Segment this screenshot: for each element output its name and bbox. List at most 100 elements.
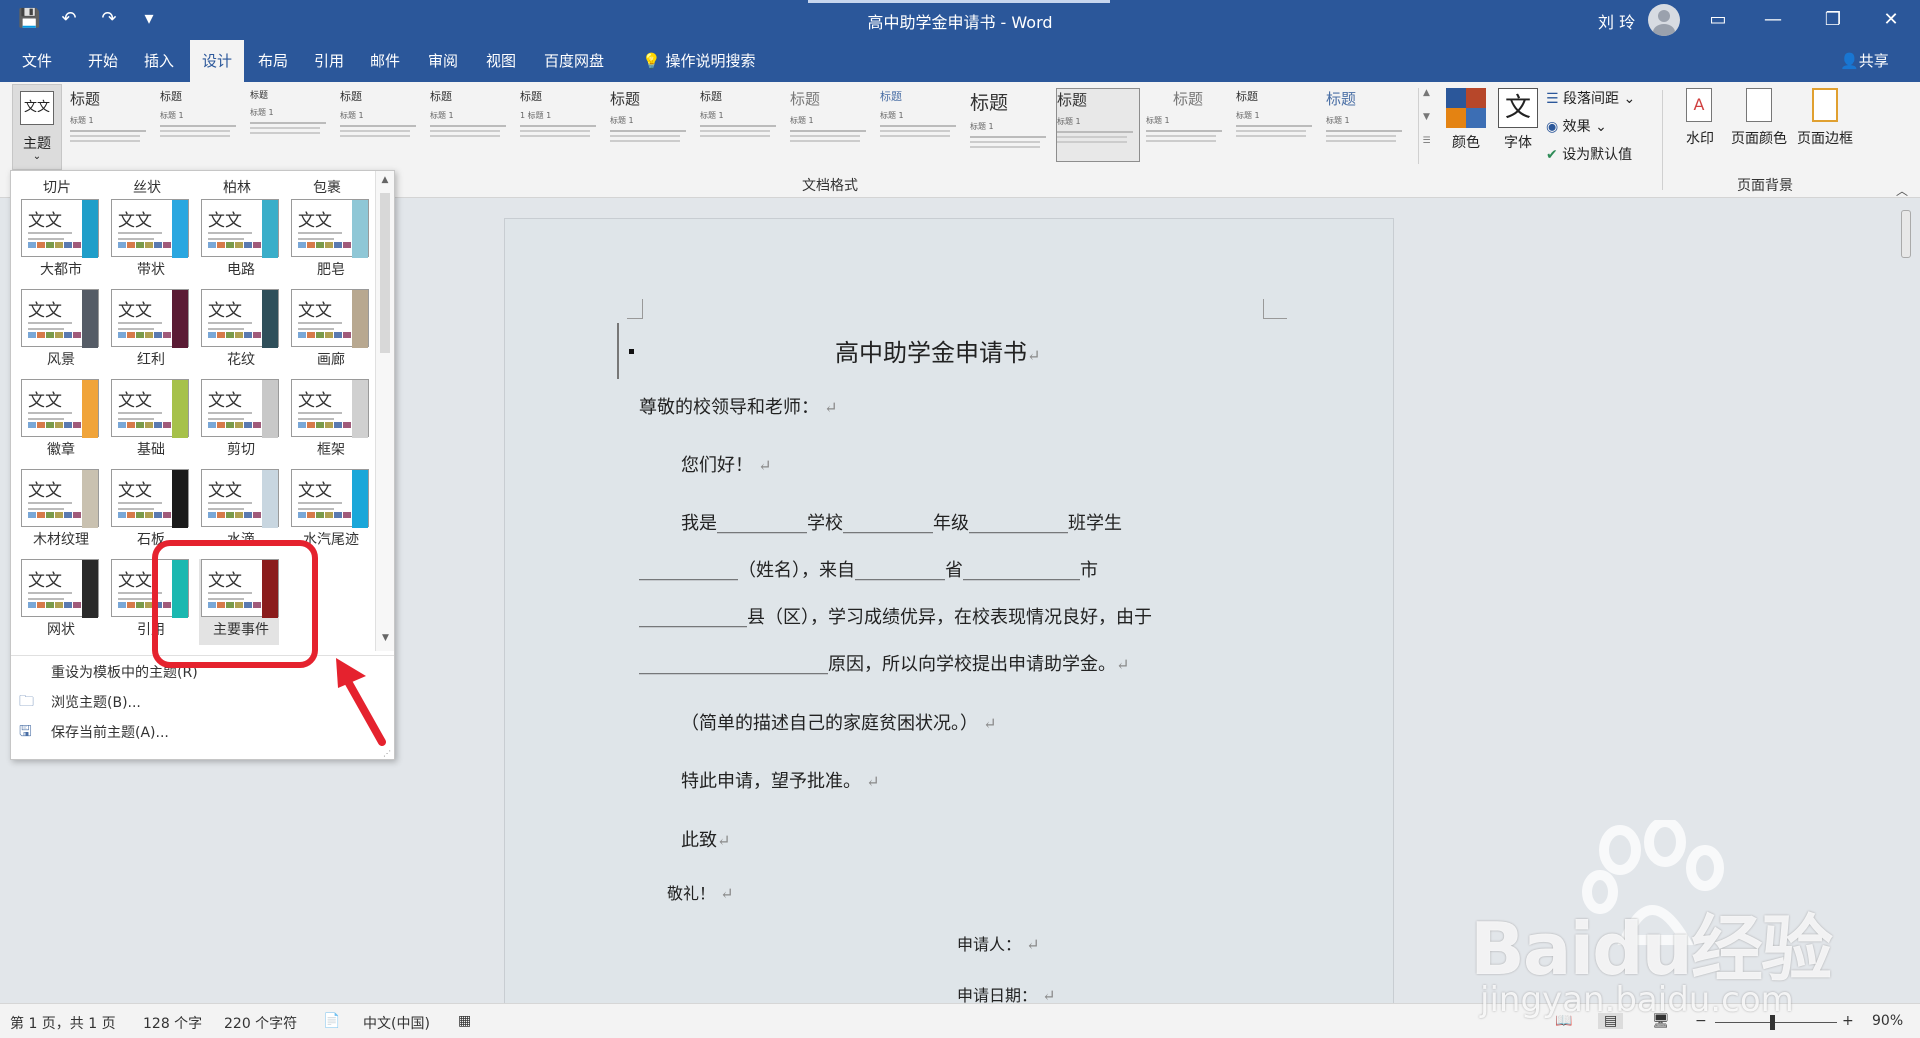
- scroll-down-icon[interactable]: ▼: [376, 633, 394, 643]
- tab-insert[interactable]: 插入: [132, 40, 186, 82]
- char-count[interactable]: 220 个字符: [224, 1013, 297, 1033]
- proofing-icon[interactable]: 📄: [323, 1013, 340, 1029]
- theme-name[interactable]: 丝状: [133, 177, 161, 197]
- colors-button[interactable]: 颜色: [1444, 88, 1488, 164]
- theme-color-swatch: [208, 242, 216, 248]
- style-set-item[interactable]: 标题 标题 1: [250, 88, 334, 162]
- tab-review[interactable]: 审阅: [416, 40, 470, 82]
- resize-grip-icon[interactable]: ⋰: [383, 749, 391, 758]
- theme-option[interactable]: 文文 带状: [109, 199, 189, 285]
- effects-button[interactable]: ◉ 效果 ⌄: [1546, 116, 1607, 136]
- theme-option[interactable]: 文文 大都市: [19, 199, 99, 285]
- theme-accent-bar: [82, 200, 98, 258]
- tab-file[interactable]: 文件: [10, 40, 64, 82]
- gallery-scroll[interactable]: ▲ ▼ ☰: [1418, 88, 1434, 164]
- tab-home[interactable]: 开始: [76, 40, 130, 82]
- style-set-item[interactable]: 标题 1 标题 1: [520, 88, 604, 162]
- style-set-item-selected[interactable]: 标题 标题 1: [1056, 88, 1140, 162]
- theme-color-swatch: [208, 422, 216, 428]
- theme-option[interactable]: 文文 红利: [109, 289, 189, 375]
- theme-color-swatch: [37, 332, 45, 338]
- tab-references[interactable]: 引用: [302, 40, 356, 82]
- style-set-item[interactable]: 标题 标题 1: [1236, 88, 1320, 162]
- theme-option[interactable]: 文文 电路: [199, 199, 279, 285]
- theme-name[interactable]: 包裹: [313, 177, 341, 197]
- word-count[interactable]: 128 个字: [143, 1013, 202, 1033]
- theme-preview-text: 文文: [118, 481, 152, 501]
- macro-icon[interactable]: ▦: [458, 1013, 471, 1029]
- tab-layout[interactable]: 布局: [246, 40, 300, 82]
- style-set-item[interactable]: 标题 标题 1: [880, 88, 964, 162]
- theme-option[interactable]: 文文 风景: [19, 289, 99, 375]
- theme-name[interactable]: 柏林: [223, 177, 251, 197]
- theme-option[interactable]: 文文 框架: [289, 379, 369, 465]
- avatar[interactable]: [1648, 4, 1680, 36]
- scroll-up-icon[interactable]: ▲: [376, 175, 394, 185]
- share-button[interactable]: 👤共享: [1840, 40, 1889, 82]
- language[interactable]: 中文(中国): [363, 1013, 430, 1033]
- style-set-item[interactable]: 标题 标题 1: [1326, 88, 1410, 162]
- watermark-button[interactable]: A 水印: [1680, 88, 1720, 168]
- style-set-item[interactable]: 标题 标题 1: [970, 88, 1054, 162]
- save-icon[interactable]: 💾: [18, 8, 40, 30]
- theme-preview: 文文: [291, 469, 369, 528]
- style-sub: 标题 1: [430, 111, 454, 120]
- theme-option[interactable]: 文文 木材纹理: [19, 469, 99, 555]
- style-set-item[interactable]: 标题 标题 1: [610, 88, 694, 162]
- collapse-ribbon-icon[interactable]: ︿: [1896, 182, 1908, 199]
- close-button[interactable]: ✕: [1868, 0, 1914, 40]
- theme-option[interactable]: 文文 花纹: [199, 289, 279, 375]
- style-heading: 标题: [700, 90, 722, 103]
- theme-preview-line: [298, 418, 334, 420]
- minimize-button[interactable]: —: [1750, 0, 1796, 40]
- themes-button[interactable]: 文文 主题 ⌄: [12, 84, 62, 170]
- theme-preview: 文文: [201, 289, 279, 348]
- style-set-item[interactable]: 标题 标题 1: [700, 88, 784, 162]
- tab-design[interactable]: 设计: [190, 40, 245, 82]
- style-set-item[interactable]: 标题 标题 1: [1146, 88, 1230, 162]
- theme-option[interactable]: 文文 肥皂: [289, 199, 369, 285]
- tab-view[interactable]: 视图: [474, 40, 528, 82]
- set-as-default-button[interactable]: ✔ 设为默认值: [1546, 144, 1632, 164]
- style-set-item[interactable]: 标题 标题 1: [340, 88, 424, 162]
- tell-me-search[interactable]: 💡 操作说明搜索: [630, 40, 767, 82]
- style-set-item[interactable]: 标题 标题 1: [430, 88, 514, 162]
- scroll-down-icon[interactable]: ▼: [1419, 112, 1434, 122]
- dropdown-scrollbar[interactable]: ▲ ▼: [375, 171, 394, 651]
- scroll-up-icon[interactable]: ▲: [1419, 88, 1434, 98]
- paragraph-spacing-button[interactable]: ☰ 段落间距 ⌄: [1546, 88, 1635, 108]
- customize-qat-icon[interactable]: ▾: [138, 8, 160, 30]
- theme-color-swatch: [235, 332, 243, 338]
- theme-option[interactable]: 文文 剪切: [199, 379, 279, 465]
- page-borders-button[interactable]: 页面边框: [1794, 88, 1856, 168]
- theme-option[interactable]: 文文 网状: [19, 559, 99, 645]
- theme-color-swatch: [325, 332, 333, 338]
- style-set-item[interactable]: 标题 标题 1: [790, 88, 874, 162]
- tab-mailings[interactable]: 邮件: [358, 40, 412, 82]
- return-mark: ↵: [753, 456, 772, 475]
- gallery-more-icon[interactable]: ☰: [1419, 136, 1434, 146]
- document-page[interactable]: 高中助学金申请书↵ 尊敬的校领导和老师： ↵ 您们好！ ↵ 我是________…: [504, 218, 1394, 1038]
- undo-icon[interactable]: ↶: [58, 8, 80, 30]
- restore-button[interactable]: ❐: [1810, 0, 1856, 40]
- page-color-button[interactable]: 页面颜色: [1728, 88, 1790, 168]
- theme-color-swatch: [118, 422, 126, 428]
- page-count[interactable]: 第 1 页，共 1 页: [10, 1013, 116, 1033]
- ribbon-display-options-icon[interactable]: ▭: [1695, 0, 1741, 40]
- theme-option[interactable]: 文文 基础: [109, 379, 189, 465]
- theme-name[interactable]: 切片: [43, 177, 71, 197]
- tab-baidu-netdisk[interactable]: 百度网盘: [532, 40, 616, 82]
- redo-icon[interactable]: ↷: [98, 8, 120, 30]
- scroll-thumb[interactable]: [380, 193, 390, 353]
- style-set-item[interactable]: 标题 标题 1: [160, 88, 244, 162]
- theme-option[interactable]: 文文 画廊: [289, 289, 369, 375]
- theme-accent-bar: [172, 200, 188, 258]
- style-set-item[interactable]: 标题 标题 1: [70, 88, 154, 162]
- user-name[interactable]: 刘 玲: [1598, 9, 1635, 33]
- fonts-button[interactable]: 文 字体: [1496, 88, 1540, 164]
- scroll-thumb[interactable]: [1901, 210, 1911, 258]
- theme-preview-line: [298, 502, 342, 504]
- theme-color-swatch: [73, 422, 81, 428]
- vertical-scrollbar[interactable]: [1894, 198, 1920, 1003]
- theme-option[interactable]: 文文 徽章: [19, 379, 99, 465]
